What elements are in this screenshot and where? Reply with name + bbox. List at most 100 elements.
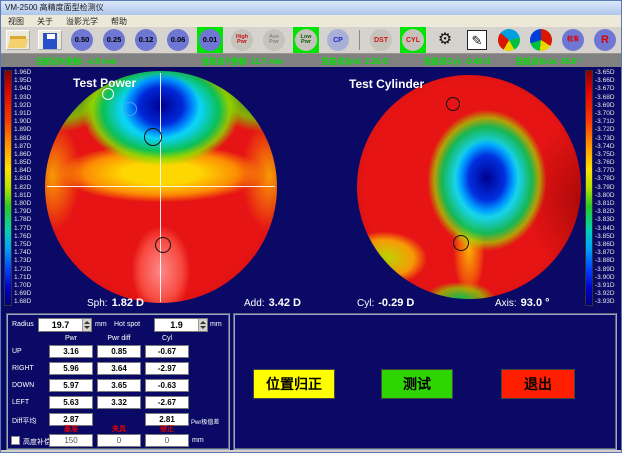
table-cell: 3.16 — [49, 345, 93, 358]
radius-unit: mm — [95, 321, 107, 328]
table-cell: -0.63 — [145, 379, 189, 392]
menu-bar: 视图 关于 溢影光学 帮助 — [1, 15, 621, 27]
table-cell: -0.67 — [145, 345, 189, 358]
status-bar: 当前点X坐标: -4.9 mm当前点Y坐标: 11.7 mm当前点Sph: 2.… — [1, 54, 621, 67]
sph-value: 1.82 D — [112, 297, 144, 309]
settings-button[interactable]: ⚙ — [432, 27, 458, 53]
calibrate-button[interactable]: 校准 — [560, 27, 586, 53]
scale-label: 1.77D — [14, 226, 40, 233]
menu-item-4[interactable]: 帮助 — [111, 16, 127, 27]
title-bar[interactable]: VM-2500 高精度面型检测仪 — [1, 1, 621, 15]
scale-label: -3.87D — [595, 250, 622, 257]
pwr-mode-circle-icon: AvePwr — [263, 29, 285, 51]
scale-label: -3.92D — [595, 291, 622, 298]
scale-label: -3.75D — [595, 152, 622, 159]
row-label-0: UP — [12, 348, 22, 355]
scale-label: 1.84D — [14, 168, 40, 175]
save-icon — [38, 30, 62, 50]
table-cell: 3.64 — [97, 362, 141, 375]
cylinder-heatmap[interactable] — [357, 75, 581, 299]
step-0.06-button[interactable]: 0.06 — [165, 27, 191, 53]
axis-value: 93.0 ° — [521, 297, 550, 309]
ave-pwr-button[interactable]: AvePwr — [261, 27, 287, 53]
scale-label: -3.85D — [595, 234, 622, 241]
mode-circle-icon: CYL — [402, 29, 424, 51]
align-button[interactable]: 位置归正 — [253, 369, 335, 399]
cp-button[interactable]: CP — [325, 27, 351, 53]
height-comp-checkbox[interactable] — [11, 436, 20, 445]
row-label-1: RIGHT — [12, 365, 34, 372]
test-button[interactable]: 测试 — [381, 369, 453, 399]
exit-button[interactable]: 退出 — [501, 369, 575, 399]
current-cyl: 当前点Cyl: -0.49 D — [423, 56, 491, 67]
menu-item-3[interactable]: 溢影光学 — [66, 16, 98, 27]
reset-button[interactable]: R — [592, 27, 618, 53]
radius-input[interactable]: 19.7 — [38, 318, 92, 332]
calibrate-icon: 校准 — [562, 29, 584, 51]
scale-label: -3.90D — [595, 275, 622, 282]
scale-label: 1.73D — [14, 258, 40, 265]
comp-unit: mm — [192, 437, 204, 444]
comp-input-1[interactable]: 0 — [97, 434, 141, 447]
step-0.01-button[interactable]: 0.01 — [197, 27, 223, 53]
scale-label: 1.86D — [14, 152, 40, 159]
cyl-readout: Cyl:-0.29 D — [357, 293, 414, 311]
scale-label: 1.69D — [14, 291, 40, 298]
dst-button[interactable]: DST — [368, 27, 394, 53]
hotspot-unit: mm — [210, 321, 222, 328]
current-x: 当前点X坐标: -4.9 mm — [36, 56, 116, 67]
hotspot-spinner-arrows[interactable] — [198, 319, 207, 331]
step-circle-icon: 0.06 — [167, 29, 189, 51]
power-map-button[interactable] — [496, 27, 522, 53]
power-map-title: Test Power — [73, 76, 136, 90]
step-0.50-button[interactable]: 0.50 — [69, 27, 95, 53]
radius-label: Radius — [12, 321, 34, 328]
menu-item-2[interactable]: 关于 — [37, 16, 53, 27]
hotspot-input[interactable]: 1.9 — [154, 318, 208, 332]
current-y: 当前点Y坐标: 11.7 mm — [201, 56, 283, 67]
column-header-cyl: Cyl — [162, 335, 172, 342]
scale-label: 1.76D — [14, 234, 40, 241]
step-0.25-button[interactable]: 0.25 — [101, 27, 127, 53]
measure-panel: Radius 19.7 mm Hot spot 1.9 mm PwrPwr di… — [6, 313, 230, 450]
save-button[interactable] — [37, 27, 63, 53]
comp-input-0[interactable]: 150 — [49, 434, 93, 447]
table-cell: 5.96 — [49, 362, 93, 375]
scale-label: -3.81D — [595, 201, 622, 208]
scale-label: -3.79D — [595, 185, 622, 192]
cyl-label: Cyl: — [357, 298, 374, 309]
step-0.12-button[interactable]: 0.12 — [133, 27, 159, 53]
scale-label: -3.82D — [595, 209, 622, 216]
high-pwr-button[interactable]: HighPwr — [229, 27, 255, 53]
axis-label: Axis: — [495, 298, 517, 309]
comp-input-2[interactable]: 0 — [145, 434, 189, 447]
contour-map-icon — [498, 29, 520, 51]
cylinder-color-scale-bar — [585, 70, 593, 306]
open-button[interactable] — [5, 27, 31, 53]
cylinder-color-scale-labels: -3.65D-3.66D-3.67D-3.68D-3.69D-3.70D-3.7… — [595, 70, 622, 306]
scale-label: -3.68D — [595, 95, 622, 102]
power-heatmap[interactable] — [45, 71, 277, 303]
scale-label: 1.78D — [14, 217, 40, 224]
power-color-scale-labels: 1.96D1.95D1.94D1.93D1.92D1.91D1.90D1.89D… — [14, 70, 40, 306]
low-pwr-button[interactable]: LowPwr — [293, 27, 319, 53]
table-cell: 5.97 — [49, 379, 93, 392]
menu-item-1[interactable]: 视图 — [8, 16, 24, 27]
scale-label: -3.83D — [595, 217, 622, 224]
radius-spinner-arrows[interactable] — [82, 319, 91, 331]
comp-header-2: 修正 — [160, 424, 174, 434]
cylinder-map-title: Test Cylinder — [349, 77, 424, 91]
cyl-button[interactable]: CYL — [400, 27, 426, 53]
edit-button[interactable]: ✎ — [464, 27, 490, 53]
add-readout: Add:3.42 D — [244, 293, 301, 311]
cylinder-map-button[interactable] — [528, 27, 554, 53]
scale-label: 1.85D — [14, 160, 40, 167]
toolbar: 0.500.250.12 0.06 0.01HighPwr AvePwr LowPwr C… — [1, 27, 621, 54]
pwr-mode-circle-icon: LowPwr — [295, 29, 317, 51]
scale-label: 1.75D — [14, 242, 40, 249]
scale-label: 1.71D — [14, 275, 40, 282]
scale-label: 1.72D — [14, 267, 40, 274]
scale-label: -3.86D — [595, 242, 622, 249]
scale-label: -3.66D — [595, 78, 622, 85]
scale-label: -3.88D — [595, 258, 622, 265]
